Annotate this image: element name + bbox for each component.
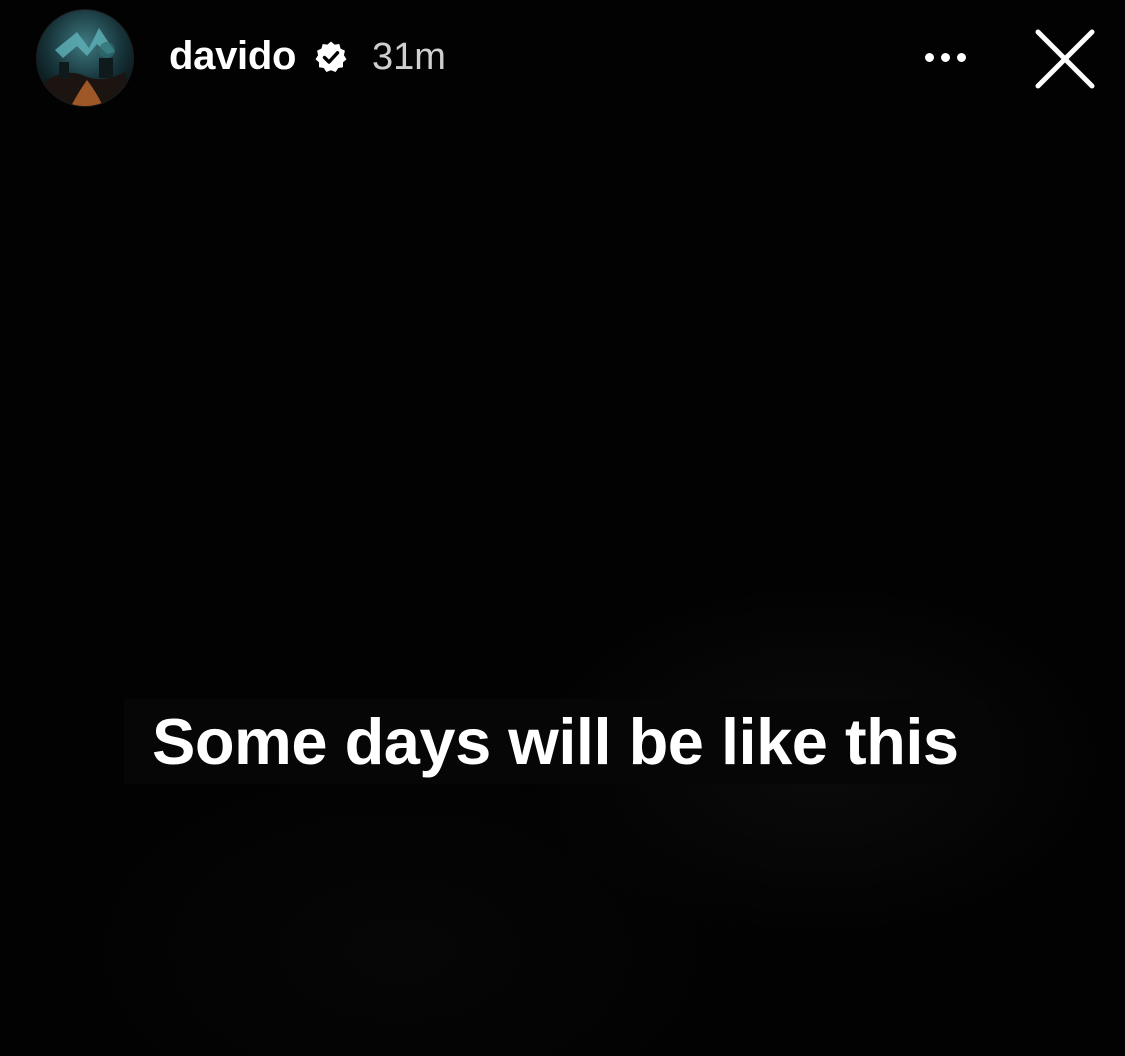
more-options-icon-dot — [940, 52, 950, 62]
post-timestamp: 31m — [372, 36, 446, 78]
close-button[interactable] — [1030, 24, 1100, 94]
more-options-icon — [924, 52, 934, 62]
more-options-icon-dot — [956, 52, 966, 62]
caption-text: Some days will be like this — [124, 699, 987, 784]
more-options-button[interactable] — [914, 36, 976, 78]
verified-badge-icon — [315, 41, 347, 72]
close-icon — [1035, 29, 1095, 89]
avatar[interactable] — [36, 9, 134, 107]
story-viewer: davido 31m Some days will be like this — [0, 0, 1125, 1056]
story-header: davido 31m — [0, 0, 1125, 115]
username[interactable]: davido — [169, 30, 296, 82]
avatar-image — [37, 10, 133, 106]
story-caption: Some days will be like this — [124, 690, 1004, 794]
